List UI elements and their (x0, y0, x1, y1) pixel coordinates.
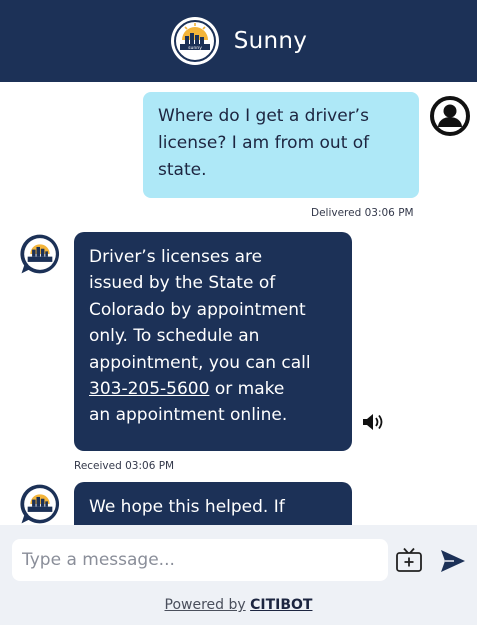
user-avatar-icon (430, 96, 470, 136)
message-line: state. (158, 160, 207, 180)
user-message-bubble: Where do I get a driver’s license? I am … (143, 92, 419, 198)
speaker-icon[interactable] (362, 412, 384, 432)
message-line: license? I am from out of (158, 133, 370, 153)
citibot-link[interactable]: CITIBOT (250, 597, 312, 613)
chat-header: sunny Sunny (0, 0, 477, 82)
sunny-logo-icon (20, 234, 60, 274)
sunny-logo-icon (20, 484, 60, 524)
phone-link[interactable]: 303-205-5600 (89, 379, 209, 399)
message-status-received: Received 03:06 PM (74, 460, 175, 472)
header-brand: sunny Sunny (170, 16, 307, 66)
message-line: issued by the State of (89, 273, 276, 294)
attach-media-icon[interactable] (395, 547, 423, 573)
message-status-delivered: Delivered 03:06 PM (311, 207, 414, 219)
message-input[interactable] (12, 539, 388, 581)
message-line: Driver’s licenses are (89, 247, 263, 267)
chat-transcript[interactable]: Where do I get a driver’s license? I am … (0, 82, 477, 525)
sunny-logo-icon: sunny (170, 17, 219, 65)
message-line: Where do I get a driver’s (158, 106, 369, 126)
header-title: Sunny (233, 28, 308, 54)
message-line: appointment, you can call (89, 352, 311, 373)
powered-by: Powered by CITIBOT (0, 597, 477, 613)
bot-avatar (18, 232, 62, 276)
message-text: or make (209, 379, 285, 400)
message-line: 303-205-5600 or make (89, 376, 342, 402)
send-icon[interactable] (440, 549, 466, 573)
message-line: an appointment online. (89, 405, 288, 426)
bot-message-bubble: Driver’s licenses are issued by the Stat… (74, 232, 352, 451)
message-line: We hope this helped. If (89, 497, 285, 517)
powered-by-prefix: Powered by (164, 597, 246, 613)
message-line: Colorado by appointment (89, 299, 306, 320)
composer-area: Powered by CITIBOT (0, 525, 477, 625)
message-line: only. To schedule an (89, 326, 260, 347)
bot-avatar (18, 482, 62, 525)
logo-text: sunny (188, 46, 202, 51)
bot-message-bubble: We hope this helped. If (74, 482, 352, 525)
